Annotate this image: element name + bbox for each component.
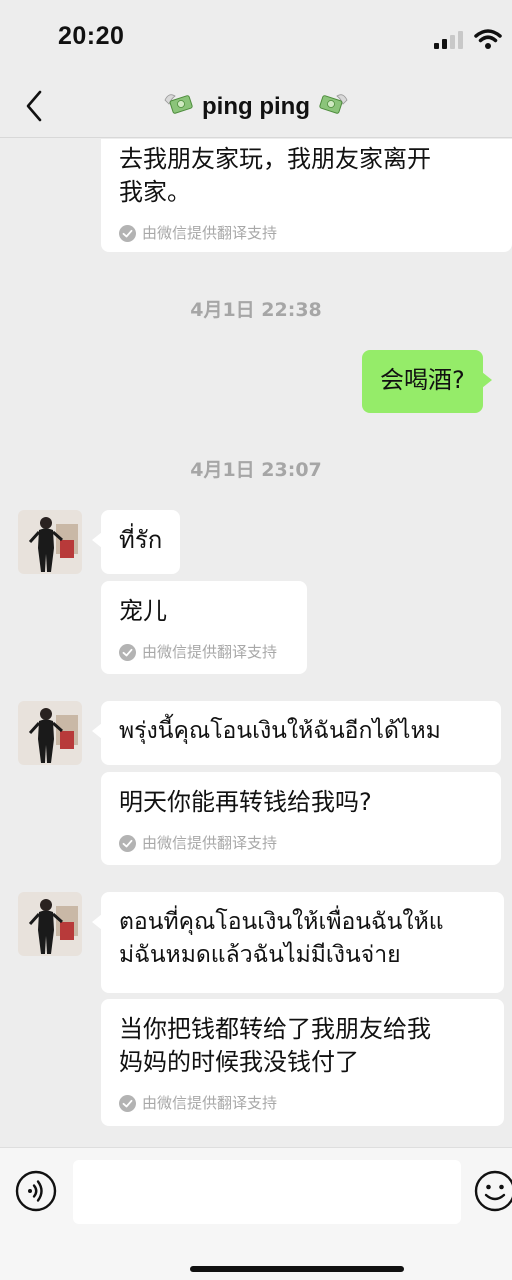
timestamp: 4月1日 22:38 [190, 299, 322, 321]
message-text: ที่รัก [119, 526, 163, 554]
signal-icon [434, 31, 463, 49]
translation-note: 由微信提供翻译支持 [119, 827, 483, 860]
message-text: 当你把钱都转给了我朋友给我 [119, 1015, 431, 1043]
received-message-bubble[interactable]: ที่รัก [91, 510, 181, 574]
sent-message-bubble[interactable]: 会喝酒? [362, 350, 492, 413]
money-wings-icon [164, 94, 193, 114]
chat-area[interactable]: 去我朋友家玩，我朋友家离开 我家。 由微信提供翻译支持 4月1日 22:38 会… [0, 139, 512, 1147]
check-circle-icon [119, 835, 136, 852]
message-text: 明天你能再转钱给我吗? [119, 788, 372, 816]
wifi-icon [474, 29, 502, 49]
translation-bubble[interactable]: 当你把钱都转给了我朋友给我 妈妈的时候我没钱付了 由微信提供翻译支持 [101, 999, 504, 1126]
message-bubble[interactable]: 去我朋友家玩，我朋友家离开 我家。 由微信提供翻译支持 [101, 139, 512, 252]
nav-bar: ping ping [0, 76, 512, 138]
emoji-icon[interactable] [474, 1170, 512, 1212]
status-bar: 20:20 [0, 0, 512, 76]
message-text: ตอนที่คุณโอนเงินให้เพื่อนฉันให้แ [119, 909, 444, 935]
message-text: 会喝酒? [380, 366, 465, 394]
translation-note: 由微信提供翻译支持 [119, 636, 289, 669]
translation-note: 由微信提供翻译支持 [119, 1087, 486, 1120]
avatar[interactable] [18, 701, 82, 765]
message-text: 宠儿 [119, 597, 167, 625]
check-circle-icon [119, 644, 136, 661]
received-message-bubble[interactable]: ตอนที่คุณโอนเงินให้เพื่อนฉันให้แ ม่ฉันหม… [92, 892, 504, 993]
chat-title: ping ping [0, 90, 512, 121]
message-text: 去我朋友家玩，我朋友家离开 [119, 145, 431, 173]
check-circle-icon [119, 1095, 136, 1112]
translation-bubble[interactable]: 明天你能再转钱给我吗? 由微信提供翻译支持 [101, 772, 501, 865]
chat-title-text: ping ping [202, 93, 310, 120]
received-message-bubble[interactable]: พรุ่งนี้คุณโอนเงินให้ฉันอีกได้ไหม [92, 701, 501, 765]
message-text: 妈妈的时候我没钱付了 [119, 1048, 359, 1076]
check-circle-icon [119, 225, 136, 242]
avatar-image [18, 892, 82, 956]
message-text: ม่ฉันหมดแล้วฉันไม่มีเงินจ่าย [119, 942, 401, 968]
message-input[interactable] [73, 1160, 461, 1224]
avatar[interactable] [18, 892, 82, 956]
message-text: พรุ่งนี้คุณโอนเงินให้ฉันอีกได้ไหม [119, 718, 441, 744]
status-time: 20:20 [58, 22, 125, 50]
avatar[interactable] [18, 510, 82, 574]
timestamp: 4月1日 23:07 [190, 459, 322, 481]
voice-icon[interactable] [15, 1170, 57, 1212]
translation-note: 由微信提供翻译支持 [119, 217, 494, 250]
message-text: 我家。 [119, 178, 191, 206]
translation-bubble[interactable]: 宠儿 由微信提供翻译支持 [101, 581, 307, 674]
input-bar [0, 1147, 512, 1280]
money-wings-icon [319, 94, 348, 114]
home-indicator [190, 1266, 404, 1272]
avatar-image [18, 701, 82, 765]
avatar-image [18, 510, 82, 574]
